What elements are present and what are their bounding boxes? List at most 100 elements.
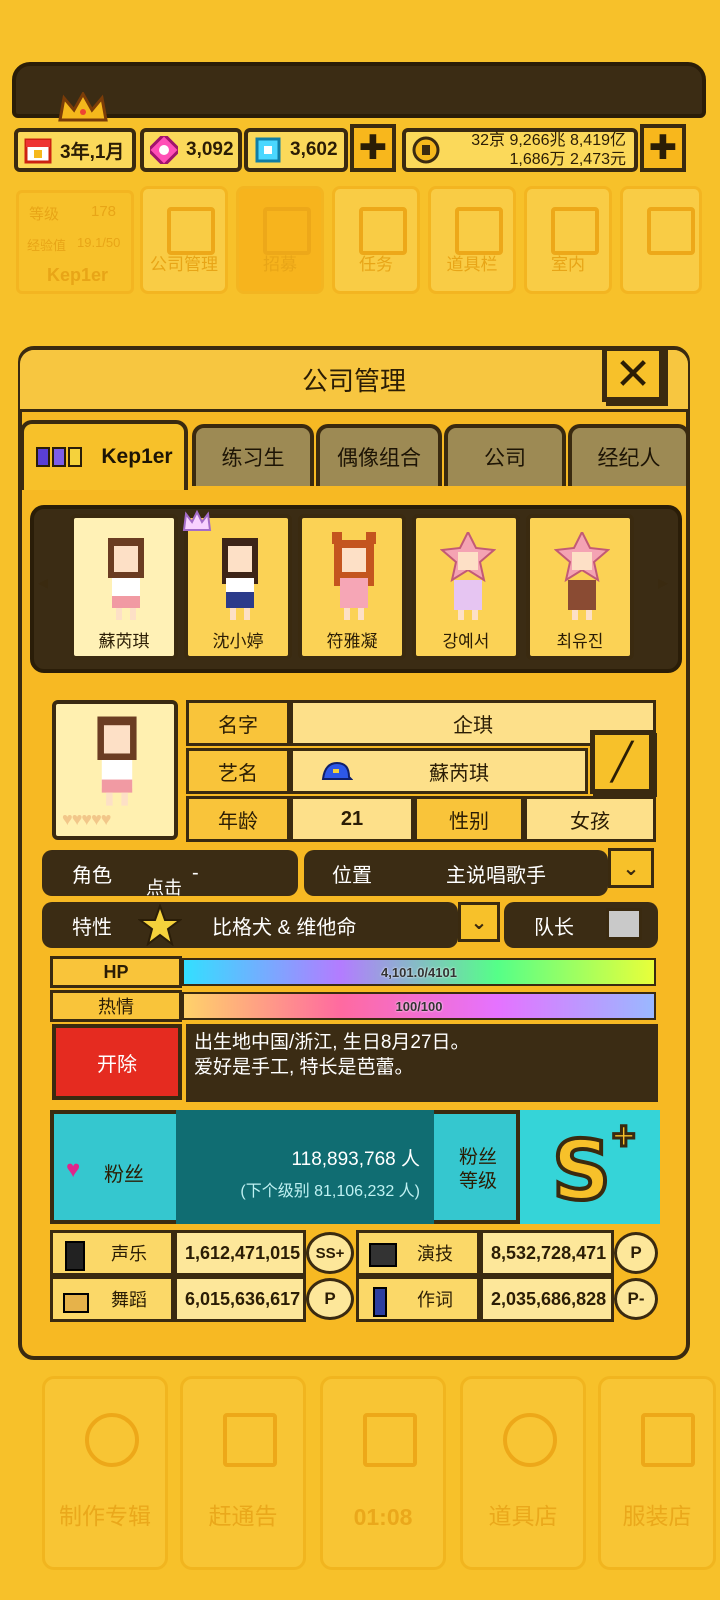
member-portrait xyxy=(108,538,144,620)
money-line-1: 32京 9,266兆 8,419亿 xyxy=(471,132,626,149)
member-bio: 出生地中国/浙江, 生日8月27日。 爱好是手工, 特长是芭蕾。 xyxy=(186,1024,658,1102)
member-portrait xyxy=(332,532,376,620)
shoe-icon xyxy=(63,1293,89,1313)
position-value: 主说唱歌手 xyxy=(446,864,546,887)
tab-kep1er-label: Kep1er xyxy=(101,445,173,468)
close-button[interactable]: ✕ xyxy=(602,346,664,402)
level-label: 等级 xyxy=(29,206,60,223)
shirt-icon xyxy=(641,1413,695,1467)
nav-quest[interactable]: 任务 xyxy=(332,186,420,294)
money-counter: 32京 9,266兆 8,419亿 1,686万 2,473元 xyxy=(402,128,638,172)
nav-produce-album[interactable]: 制作专辑 xyxy=(42,1376,168,1570)
roster-right-arrow[interactable]: ▸ xyxy=(658,570,672,600)
member-card[interactable]: 최유진 xyxy=(526,514,634,660)
nav-recruit[interactable]: 招募 xyxy=(236,186,324,294)
member-portrait xyxy=(222,538,258,620)
leader-label: 队长 xyxy=(534,916,574,939)
member-card[interactable]: 강예서 xyxy=(412,514,520,660)
tab-trainee[interactable]: 练习生 xyxy=(192,424,314,486)
member-card[interactable]: 沈小婷 xyxy=(182,510,292,660)
date-text: 3年,1月 xyxy=(60,141,125,163)
stat-grade-acting: P xyxy=(614,1232,658,1274)
buy-money-button[interactable]: ✚ xyxy=(640,124,686,172)
nav-timer[interactable]: 01:08 xyxy=(320,1376,446,1570)
stat-grade-vocal: SS+ xyxy=(306,1232,354,1274)
cap-icon xyxy=(321,761,353,780)
crown-icon xyxy=(58,92,108,122)
paint-roller-icon xyxy=(551,207,599,255)
calendar-icon xyxy=(24,138,52,164)
nav-company[interactable]: 公司管理 xyxy=(140,186,228,294)
profile-summary[interactable]: 等级 178 经验值 19.1/50 Kep1er xyxy=(16,190,134,294)
bio-line-2: 爱好是手工, 特长是芭蕾。 xyxy=(194,1057,414,1078)
member-name: 강예서 xyxy=(442,632,490,651)
pen-icon xyxy=(373,1287,387,1317)
trait-row: 特性 比格犬 & 维他命 xyxy=(42,902,458,948)
position-label: 位置 xyxy=(332,864,372,887)
chevron-down-icon: ⌄ xyxy=(622,857,640,880)
member-name: 蘇芮琪 xyxy=(98,632,150,651)
passion-label: 热情 xyxy=(50,990,182,1022)
member-avatar: ♥♥♥♥♥ xyxy=(52,700,178,840)
tab-kep1er[interactable]: Kep1er xyxy=(20,420,188,490)
age-label: 年龄 xyxy=(186,796,290,842)
nav-schedule[interactable]: 赶通告 xyxy=(180,1376,306,1570)
avatar-portrait xyxy=(97,716,137,806)
nav-item-shop[interactable]: 道具店 xyxy=(460,1376,586,1570)
camera-icon xyxy=(369,1243,397,1267)
stage-name-text: 蘇芮琪 xyxy=(429,762,489,785)
nav-interior[interactable]: 室内 xyxy=(524,186,612,294)
fan-grade-plus: + xyxy=(610,1113,636,1160)
gender-value: 女孩 xyxy=(524,796,656,842)
tab-company[interactable]: 公司 xyxy=(444,424,566,486)
heart-rating-icon: ♥♥♥♥♥ xyxy=(62,809,111,829)
buy-gems-button[interactable]: ✚ xyxy=(350,124,396,172)
nav-item-shop-label: 道具店 xyxy=(488,1503,558,1529)
member-card[interactable]: 符雅凝 xyxy=(298,514,406,660)
stat-grade-lyrics: P- xyxy=(614,1278,658,1320)
fans-count: 118,893,768 人 xyxy=(291,1149,420,1170)
coin-icon xyxy=(412,136,440,164)
trait-dropdown-button[interactable]: ⌄ xyxy=(458,902,500,942)
blue-gem-count: 3,602 xyxy=(290,139,338,160)
fire-button[interactable]: 开除 xyxy=(52,1024,182,1100)
fan-grade-box: S + xyxy=(516,1110,660,1224)
shop-icon xyxy=(503,1413,557,1467)
nav-quest-label: 任务 xyxy=(359,255,393,274)
nav-schedule-label: 赶通告 xyxy=(208,1503,278,1529)
nav-clothing-shop-label: 服装店 xyxy=(622,1503,692,1529)
pencil-icon: ╱ xyxy=(611,741,633,782)
fan-grade-label-1: 粉丝 xyxy=(458,1147,497,1168)
stat-value-vocal: 1,612,471,015 xyxy=(174,1230,306,1276)
blue-gem-icon xyxy=(255,137,281,163)
fans-count-box: 118,893,768 人 (下个级别 81,106,232 人) xyxy=(176,1110,434,1224)
trait-value: 比格犬 & 维他命 xyxy=(212,916,357,939)
roster-left-arrow[interactable]: ◂ xyxy=(38,570,52,600)
calendar-icon xyxy=(223,1413,277,1467)
nav-timer-label: 01:08 xyxy=(353,1504,413,1530)
chest-icon xyxy=(455,207,503,255)
chevron-down-icon: ⌄ xyxy=(470,911,488,934)
trait-label: 特性 xyxy=(72,916,112,939)
tab-idol-group[interactable]: 偶像组合 xyxy=(316,424,442,486)
member-card[interactable]: 蘇芮琪 xyxy=(70,514,178,660)
building-icon xyxy=(167,207,215,255)
position-dropdown-button[interactable]: ⌄ xyxy=(608,848,654,888)
star-icon xyxy=(138,904,182,946)
nav-mail-shop[interactable] xyxy=(620,186,702,294)
member-name: 符雅凝 xyxy=(326,632,378,651)
disc-icon xyxy=(85,1413,139,1467)
stat-name-dance: 舞蹈 xyxy=(50,1276,174,1322)
tv-icon xyxy=(363,1413,417,1467)
member-portrait xyxy=(440,532,496,620)
stat-label: 作词 xyxy=(417,1290,453,1310)
tab-manager[interactable]: 经纪人 xyxy=(568,424,690,486)
hp-label: HP xyxy=(50,956,182,988)
leader-checkbox[interactable] xyxy=(606,908,642,940)
stat-name-acting: 演技 xyxy=(356,1230,480,1276)
edit-name-button[interactable]: ╱ xyxy=(590,730,654,794)
nav-clothing-shop[interactable]: 服装店 xyxy=(598,1376,716,1570)
stage-name-label: 艺名 xyxy=(186,748,290,794)
nav-interior-label: 室内 xyxy=(551,255,585,274)
nav-inventory[interactable]: 道具栏 xyxy=(428,186,516,294)
